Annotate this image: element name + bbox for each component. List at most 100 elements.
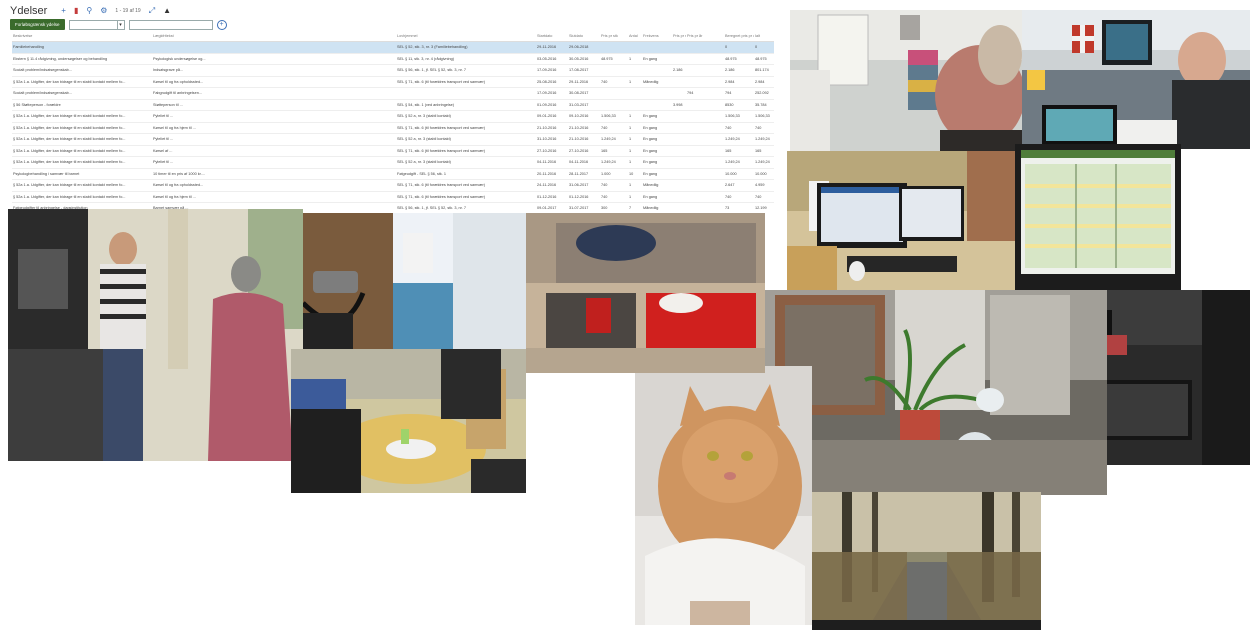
- column-header[interactable]: Frekvens: [642, 31, 672, 42]
- table-row[interactable]: § 52a 1.a. Udgifter, der kan bidrage til…: [12, 110, 774, 123]
- table-cell: [686, 99, 724, 111]
- table-row[interactable]: § 52a 1.a. Udgifter, der kan bidrage til…: [12, 122, 774, 134]
- table-cell: [686, 179, 724, 192]
- table-row[interactable]: Ekstern § 11.4 rådgivning, undersøgelser…: [12, 53, 774, 65]
- table-cell: 165: [724, 145, 754, 157]
- add-icon[interactable]: +: [61, 7, 66, 15]
- table-cell: 29-06-2018: [568, 41, 600, 54]
- column-header[interactable]: Pris pr stk: [600, 31, 628, 42]
- chevron-up-icon[interactable]: ▲: [163, 7, 171, 15]
- table-row[interactable]: Socialt problem/indsatsegenskab... Indsat…: [12, 64, 774, 77]
- column-header[interactable]: Pris pr år: [686, 31, 724, 42]
- table-cell: Psykologbehandling i samvær til barnet: [12, 168, 152, 180]
- photo-plant-window: [765, 290, 1107, 495]
- table-cell: [672, 41, 686, 54]
- filter-row: Forløbsgrænsk ydelse ▾ +: [10, 19, 227, 30]
- table-cell: En gang: [642, 145, 672, 157]
- table-cell: SEL § 71, stk. 6 (til forældres transpor…: [396, 145, 536, 157]
- settings-icon[interactable]: ⚙: [100, 7, 107, 15]
- add-filter-icon[interactable]: +: [216, 19, 227, 30]
- delete-icon[interactable]: ▮: [74, 7, 78, 15]
- table-cell: [672, 76, 686, 88]
- table-cell: [642, 87, 672, 100]
- table-cell: § 52a 1.a. Udgifter, der kan bidrage til…: [12, 122, 152, 134]
- table-cell: Følgeudgift - SEL § 56, stk. 1: [396, 168, 536, 180]
- table-cell: 4.959: [754, 179, 774, 192]
- column-header[interactable]: Beregnet pris pr dag: [724, 31, 754, 42]
- table-cell: [686, 191, 724, 203]
- photo-cat: [635, 366, 812, 625]
- table-cell: [686, 133, 724, 146]
- table-cell: SEL § 52 a, nr. 3 (stabil kontakt): [396, 156, 536, 169]
- table-cell: [686, 202, 724, 212]
- table-header: Beskrivelse Lægkfritekst Lovhjemmel Startda…: [12, 31, 774, 42]
- table-row[interactable]: § 52a 1.a. Udgifter, der kan bidrage til…: [12, 179, 774, 192]
- table-cell: Pyleliet til ...: [152, 156, 396, 169]
- table-row[interactable]: § 52a 1.a. Udgifter, der kan bidrage til…: [12, 145, 774, 157]
- table-row[interactable]: Psykologbehandling i samvær til barnet 10…: [12, 168, 774, 180]
- table-cell: 1: [628, 53, 642, 65]
- table-cell: 17-08-2017: [568, 64, 600, 77]
- table-cell: [686, 110, 724, 123]
- table-row[interactable]: § 56 Støtteperson - forældre Støtteperson…: [12, 99, 774, 111]
- table-cell: 740: [724, 122, 754, 134]
- table-cell: 1.000: [600, 168, 628, 180]
- expand-icon[interactable]: ⤢: [149, 7, 155, 15]
- table-cell: 03-05-2016: [536, 53, 568, 65]
- search-icon[interactable]: ⚲: [86, 7, 92, 15]
- table-cell: 48.975: [754, 53, 774, 65]
- filter-input[interactable]: [128, 19, 213, 30]
- photo-living-room: [526, 213, 765, 373]
- column-header[interactable]: Pris pr md: [672, 31, 686, 42]
- table-cell: Fabgrudgift til anbringelsen...: [152, 87, 396, 100]
- column-header[interactable]: Lovhjemmel: [396, 31, 536, 42]
- table-cell: Socialt problem/indsatsegenskab...: [12, 87, 152, 100]
- table-cell: 740: [600, 76, 628, 88]
- table-cell: [600, 41, 628, 54]
- table-cell: Kørsel til og fra hjem til ...: [152, 191, 396, 203]
- table-cell: SEL § 52, stk. 3, nr. 3 (Familiebehandli…: [396, 41, 536, 54]
- table-cell: 21-10-2016: [536, 122, 568, 134]
- table-cell: [672, 145, 686, 157]
- table-cell: [686, 76, 724, 88]
- table-row[interactable]: § 52a 1.a. Udgifter, der kan bidrage til…: [12, 156, 774, 169]
- column-header[interactable]: Startdato: [536, 31, 568, 42]
- photo-meeting-chairs: [291, 349, 526, 493]
- table-cell: [672, 53, 686, 65]
- filter-button[interactable]: Forløbsgrænsk ydelse: [10, 19, 65, 30]
- table-cell: § 52a 1.a. Udgifter, der kan bidrage til…: [12, 110, 152, 123]
- filter-select[interactable]: ▾: [68, 19, 125, 30]
- table-cell: Familiebehandling: [12, 41, 152, 54]
- table-row[interactable]: Familiebehandling SEL § 52, stk. 3, nr. 3…: [12, 41, 774, 54]
- table-cell: 1.506,33: [724, 110, 754, 123]
- table-cell: 27-10-2016: [568, 145, 600, 157]
- table-cell: Kørsel af ...: [152, 145, 396, 157]
- table-cell: En gang: [642, 133, 672, 146]
- record-count: 1 - 19 af 19: [115, 8, 141, 14]
- column-header[interactable]: Slutdato: [568, 31, 600, 42]
- photo-phone-brochure: [303, 213, 526, 349]
- column-header[interactable]: Ialt: [754, 31, 774, 42]
- column-header[interactable]: Lægkfritekst: [152, 31, 396, 42]
- table-cell: 48.975: [724, 53, 754, 65]
- table-row[interactable]: § 52a 1.a. Udgifter, der kan bidrage til…: [12, 191, 774, 203]
- table-cell: 1: [628, 76, 642, 88]
- table-cell: [600, 87, 628, 100]
- photo-office-window: [790, 10, 1022, 151]
- table-cell: 1: [628, 179, 642, 192]
- table-cell: 35.784: [754, 99, 774, 111]
- ydelser-panel: Ydelser + ▮ ⚲ ⚙ 1 - 19 af 19 ⤢ ▲ Forløbs…: [0, 0, 790, 212]
- table-cell: En gang: [642, 191, 672, 203]
- table-cell: [672, 110, 686, 123]
- table-cell: SEL § 54, stk. 1 (ved anbringelse): [396, 99, 536, 111]
- table-cell: § 52a 1.a. Udgifter, der kan bidrage til…: [12, 76, 152, 88]
- column-header[interactable]: Beskrivelse: [12, 31, 152, 42]
- table-row[interactable]: § 52a 1.a. Udgifter, der kan bidrage til…: [12, 76, 774, 88]
- table-cell: 17-09-2016: [536, 87, 568, 100]
- table-cell: 740: [754, 191, 774, 203]
- table-cell: En gang: [642, 53, 672, 65]
- table-cell: En gang: [642, 168, 672, 180]
- table-row[interactable]: Socialt problem/indsatsegenskab... Fabgru…: [12, 87, 774, 100]
- table-row[interactable]: § 52a 1.a. Udgifter, der kan bidrage til…: [12, 133, 774, 146]
- column-header[interactable]: Antal: [628, 31, 642, 42]
